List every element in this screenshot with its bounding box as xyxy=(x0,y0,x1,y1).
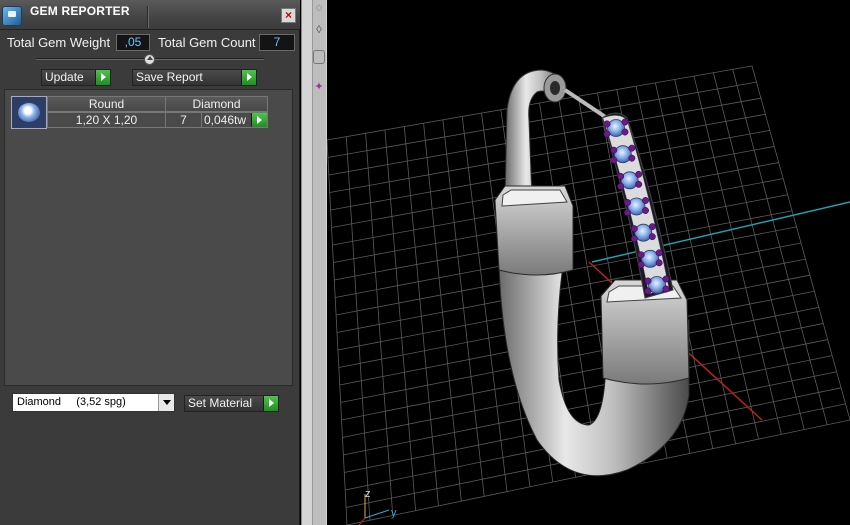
purple-prong xyxy=(630,225,638,233)
title-divider xyxy=(147,6,149,28)
gem-list: Round Diamond 1,20 X 1,20 7 0,046tw xyxy=(4,89,293,386)
dropdown-arrow-icon[interactable] xyxy=(158,394,174,411)
gem-reporter-panel: GEM REPORTER × Total Gem Weight ,05 Tota… xyxy=(0,0,300,525)
purple-prong xyxy=(603,120,611,128)
set-material-button-label: Set Material xyxy=(188,396,253,410)
gem-size-cell: 1,20 X 1,20 xyxy=(47,112,166,128)
purple-prong xyxy=(617,182,625,190)
purple-prong xyxy=(637,261,645,269)
gem-weight-cell: 0,046tw xyxy=(201,112,268,128)
grid-line xyxy=(328,97,761,176)
3d-viewport[interactable]: z y xyxy=(327,0,850,525)
purple-prong xyxy=(624,209,631,216)
play-arrow-icon xyxy=(263,396,278,411)
purple-prong xyxy=(648,233,656,241)
update-button[interactable]: Update xyxy=(41,69,111,86)
material-select-value: Diamond (3,52 spg) xyxy=(17,396,126,408)
purple-prong xyxy=(617,172,625,180)
grid-line xyxy=(339,290,815,386)
earring-model[interactable] xyxy=(494,69,690,477)
toolbar-tool-icon[interactable]: ◊ xyxy=(313,24,325,38)
purple-prong xyxy=(635,170,643,178)
play-arrow-icon xyxy=(95,70,110,85)
purple-prong xyxy=(630,235,638,243)
grid-line xyxy=(337,258,806,351)
play-arrow-icon[interactable] xyxy=(251,113,267,127)
purple-prong xyxy=(610,146,618,154)
toolbar-tool-icon[interactable]: ◌ xyxy=(313,2,325,16)
purple-prong xyxy=(628,154,636,162)
axis-z-label: z xyxy=(365,488,371,500)
purple-prong xyxy=(662,275,670,283)
purple-prong xyxy=(655,249,663,257)
toolbar-strip: ◌ ◊ ✦ xyxy=(301,0,327,525)
gem-material-header: Diamond xyxy=(165,96,268,112)
purple-prong xyxy=(648,223,656,231)
panel-title: GEM REPORTER xyxy=(30,4,130,18)
axis-y-label: y xyxy=(391,507,397,519)
total-gem-weight-value: ,05 xyxy=(116,34,150,51)
purple-prong xyxy=(635,180,643,188)
toolbar-tool-icon[interactable]: ✦ xyxy=(313,80,325,94)
purple-prong xyxy=(624,199,631,206)
grid-line xyxy=(327,81,757,158)
purple-prong xyxy=(637,251,645,259)
purple-prong xyxy=(628,144,636,152)
toolbar-strip-inner xyxy=(312,0,326,525)
gem-shape-header: Round xyxy=(47,96,166,112)
grid-line xyxy=(338,274,810,368)
purple-prong xyxy=(662,285,670,293)
toolbar-tool-icon[interactable] xyxy=(313,50,325,64)
purple-prong xyxy=(655,259,663,267)
total-gem-count-value: 7 xyxy=(259,34,295,51)
set-material-button[interactable]: Set Material xyxy=(184,395,279,412)
round-gem-thumbnail-icon[interactable] xyxy=(11,96,47,129)
purple-prong xyxy=(621,128,629,136)
purple-prong xyxy=(642,207,649,214)
total-gem-weight-label: Total Gem Weight xyxy=(7,35,111,50)
save-report-button-label: Save Report xyxy=(136,70,203,84)
close-icon[interactable]: × xyxy=(281,8,296,23)
update-button-label: Update xyxy=(45,70,84,84)
purple-prong xyxy=(644,287,652,295)
total-gem-count-label: Total Gem Count xyxy=(158,35,256,50)
purple-prong xyxy=(610,156,618,164)
material-select[interactable]: Diamond (3,52 spg) xyxy=(12,393,175,412)
grid-line xyxy=(329,113,766,193)
slider-knob-icon[interactable] xyxy=(144,54,155,65)
title-bar: GEM REPORTER × xyxy=(0,0,300,30)
gem-reporter-app-icon xyxy=(2,6,22,26)
purple-prong xyxy=(621,118,629,126)
purple-prong xyxy=(644,277,652,285)
viewport-scene[interactable]: z y xyxy=(327,0,850,525)
play-arrow-icon xyxy=(241,70,256,85)
gem-count-cell: 7 xyxy=(165,112,202,128)
save-report-button[interactable]: Save Report xyxy=(132,69,257,86)
purple-prong xyxy=(603,130,611,138)
gem-weight-text: 0,046tw xyxy=(204,113,247,127)
purple-prong xyxy=(642,197,649,204)
